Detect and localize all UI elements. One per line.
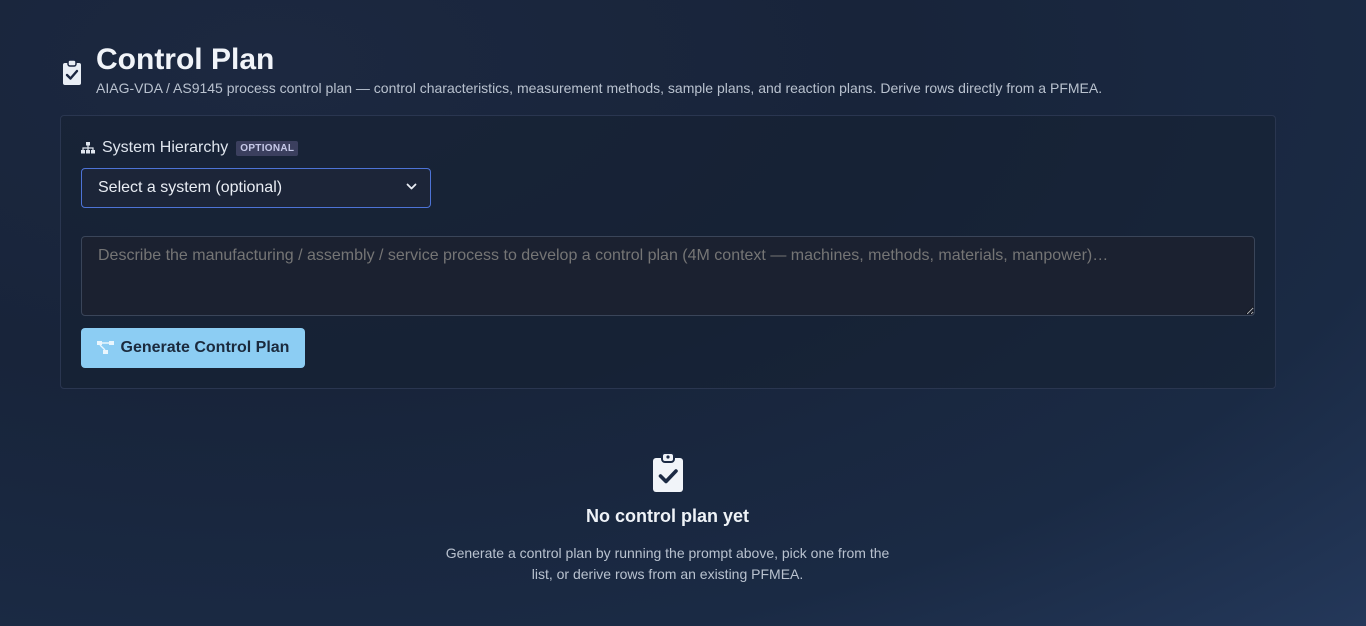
system-hierarchy-text: System Hierarchy [102, 139, 229, 156]
generate-control-plan-button[interactable]: Generate Control Plan [81, 328, 305, 368]
sitemap-icon [81, 142, 95, 154]
page-title: Control Plan [96, 43, 275, 76]
clipboard-check-icon [652, 452, 683, 492]
control-plan-form: System Hierarchy OPTIONAL Select a syste… [60, 115, 1276, 389]
process-description-input[interactable] [81, 236, 1255, 316]
empty-state-title: No control plan yet [585, 506, 749, 526]
system-hierarchy-label: System Hierarchy OPTIONAL [81, 139, 299, 157]
page-header: Control Plan AIAG-VDA / AS9145 process c… [61, 44, 1102, 96]
generate-button-label: Generate Control Plan [120, 339, 290, 356]
optional-badge: OPTIONAL [236, 140, 299, 156]
system-select-value: Select a system (optional) [98, 179, 283, 196]
page-subtitle: AIAG-VDA / AS9145 process control plan —… [96, 80, 1103, 96]
empty-state: No control plan yet Generate a control p… [0, 452, 1335, 585]
diagram-project-icon [96, 341, 114, 354]
empty-state-text: Generate a control plan by running the p… [445, 545, 890, 582]
chevron-down-icon [406, 183, 417, 190]
clipboard-check-icon [63, 59, 81, 85]
system-select[interactable]: Select a system (optional) [81, 168, 431, 208]
